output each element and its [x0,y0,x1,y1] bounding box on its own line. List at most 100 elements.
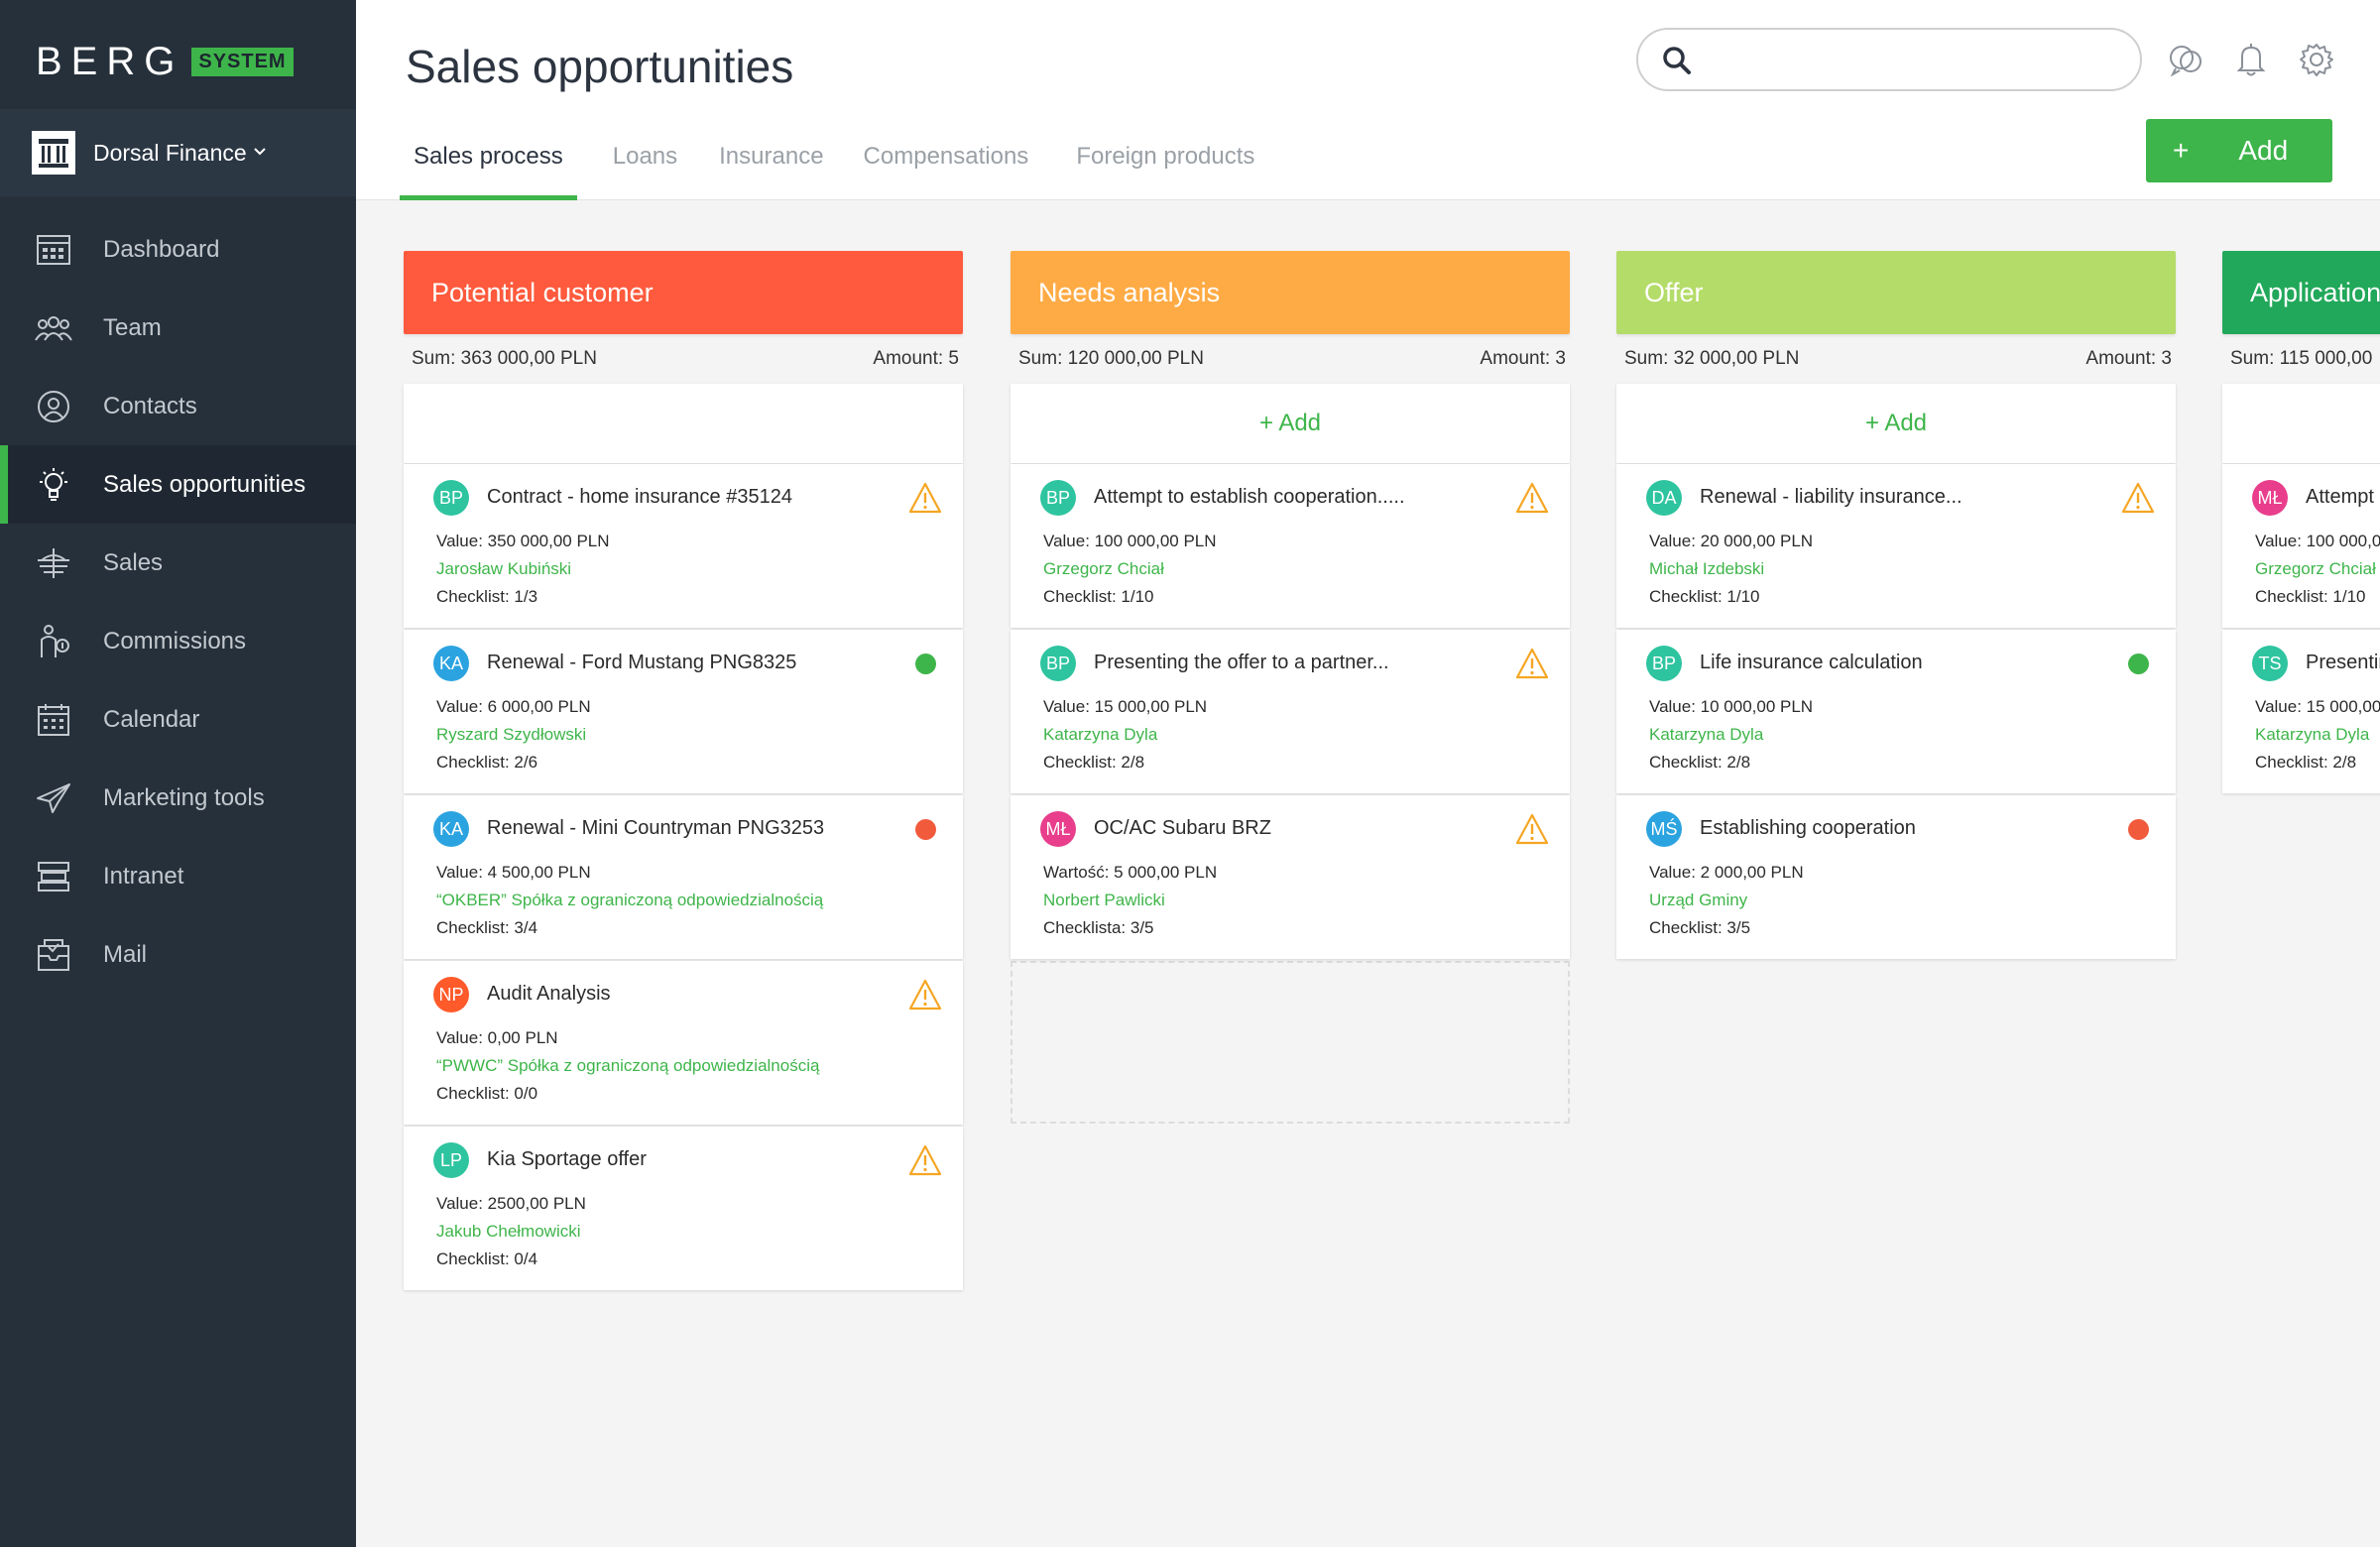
sidebar-item-mail[interactable]: Mail [0,915,356,994]
tab-compensations[interactable]: Compensations [850,139,1043,200]
column-header[interactable]: Offer [1616,251,2176,334]
chat-icon[interactable] [2166,40,2205,79]
opportunity-card[interactable]: LP Kia Sportage offer Value: 2500,00 PLN Ja… [404,1127,963,1290]
sidebar-item-contacts[interactable]: Contacts [0,367,356,445]
search-box[interactable] [1636,28,2142,91]
card-value: Value: 2 000,00 PLN [1649,863,1804,882]
opportunity-card[interactable]: BP Contract - home insurance #35124 Value:… [404,464,963,628]
org-switcher[interactable]: Dorsal Finance [0,109,356,196]
card-contact-link[interactable]: Ryszard Szydłowski [436,725,586,745]
column-add-button[interactable] [2222,384,2380,463]
sidebar-item-marketing-tools[interactable]: Marketing tools [0,759,356,837]
gear-icon[interactable] [2297,40,2336,79]
card-contact-link[interactable]: Urząd Gminy [1649,891,1747,910]
drop-zone[interactable] [1011,961,1570,1124]
tab-loans[interactable]: Loans [599,139,691,200]
avatar: NP [433,977,469,1012]
card-title: Life insurance calculation [1700,652,1923,673]
column-header[interactable]: Application [2222,251,2380,334]
sidebar-item-label: Contacts [103,392,197,419]
opportunity-card[interactable]: MŚ Establishing cooperation Value: 2 000,0… [1616,795,2176,959]
card-title: Establishing cooperation [1700,817,1916,839]
opportunity-card[interactable]: TS Presenting Value: 15 000,00 Katarzyna Dy… [2222,630,2380,793]
card-contact-link[interactable]: Katarzyna Dyla [1043,725,1157,745]
card-contact-link[interactable]: “OKBER” Spółka z ograniczoną odpowiedzia… [436,891,823,910]
sidebar-item-dashboard[interactable]: Dashboard [0,210,356,289]
card-checklist: Checklist: 2/8 [1043,753,1145,772]
search-input[interactable] [1704,40,2120,79]
card-title: Contract - home insurance #35124 [487,486,792,508]
sidebar-item-team[interactable]: Team [0,289,356,367]
add-button[interactable]: + Add [2146,119,2332,182]
card-title: Renewal - Mini Countryman PNG3253 [487,817,825,839]
column-summary: Sum: 32 000,00 PLN Amount: 3 [1616,334,2176,384]
column-sum: Sum: 120 000,00 PLN [1018,348,1204,369]
column-add-button[interactable] [404,384,963,463]
opportunity-card[interactable]: KA Renewal - Ford Mustang PNG8325 Value: 6… [404,630,963,793]
sales-icon [34,543,73,583]
warning-icon [907,977,943,1012]
column-add-button[interactable]: + Add [1011,384,1570,463]
avatar: BP [433,480,469,516]
sidebar: BERG SYSTEM Dorsal Finance Dashboard Tea… [0,0,356,1547]
opportunity-card[interactable]: BP Life insurance calculation Value: 10 00… [1616,630,2176,793]
card-contact-link[interactable]: Jarosław Kubiński [436,559,571,579]
berg-logo[interactable]: BERG SYSTEM [36,40,294,84]
tab-foreign-products[interactable]: Foreign products [1062,139,1268,200]
avatar: MŁ [2252,480,2288,516]
opportunity-card[interactable]: NP Audit Analysis Value: 0,00 PLN “PWWC” Sp… [404,961,963,1125]
card-checklist: Checklista: 3/5 [1043,918,1154,937]
opportunity-card[interactable]: KA Renewal - Mini Countryman PNG3253 Value… [404,795,963,959]
column-header[interactable]: Needs analysis [1011,251,1570,334]
sidebar-item-sales-opportunities[interactable]: Sales opportunities [0,445,356,524]
avatar: MŚ [1646,811,1682,847]
column-amount: Amount: 3 [2085,348,2172,369]
avatar: BP [1040,480,1076,516]
opportunity-card[interactable]: DA Renewal - liability insurance... Value:… [1616,464,2176,628]
card-value: Value: 100 000,00 [2255,532,2380,550]
card-title: Attempt to establish cooperation..... [1094,486,1405,508]
tab-sales-process[interactable]: Sales process [400,139,577,200]
card-contact-link[interactable]: Grzegorz Chciał [1043,559,1164,579]
search-icon [1663,47,1691,74]
pipeline-board: Potential customer Sum: 363 000,00 PLN Amo… [356,201,2380,1547]
card-checklist: Checklist: 2/6 [436,753,538,772]
column-amount: Amount: 5 [873,348,959,369]
column-add-button[interactable]: + Add [1616,384,2176,463]
card-contact-link[interactable]: Michał Izdebski [1649,559,1764,579]
avatar: KA [433,811,469,847]
sidebar-item-intranet[interactable]: Intranet [0,837,356,915]
bell-icon[interactable] [2231,40,2271,79]
column-sum: Sum: 363 000,00 PLN [412,348,597,369]
card-title: Audit Analysis [487,983,611,1005]
tab-insurance[interactable]: Insurance [705,139,837,200]
chevron-down-icon [253,144,267,162]
card-title: Attempt [2306,486,2374,508]
card-checklist: Checklist: 2/8 [1649,753,1751,772]
card-value: Wartość: 5 000,00 PLN [1043,863,1218,882]
column-summary: Sum: 120 000,00 PLN Amount: 3 [1011,334,1570,384]
opportunity-card[interactable]: MŁ OC/AC Subaru BRZ Wartość: 5 000,00 PLN N… [1011,795,1570,959]
page-title: Sales opportunities [406,41,794,92]
sidebar-item-calendar[interactable]: Calendar [0,680,356,759]
sidebar-item-commissions[interactable]: Commissions [0,602,356,680]
green-status-dot-icon [2127,653,2149,674]
opportunity-card[interactable]: BP Presenting the offer to a partner... Va… [1011,630,1570,793]
card-contact-link[interactable]: Jakub Chełmowicki [436,1222,581,1242]
column-header[interactable]: Potential customer [404,251,963,334]
tab-bar: Sales process Loans Insurance Compensati… [400,139,1268,200]
card-contact-link[interactable]: Grzegorz Chciał [2255,559,2376,579]
opportunity-card[interactable]: BP Attempt to establish cooperation..... V… [1011,464,1570,628]
card-contact-link[interactable]: Katarzyna Dyla [2255,725,2369,745]
card-contact-link[interactable]: Norbert Pawlicki [1043,891,1165,910]
sidebar-item-sales[interactable]: Sales [0,524,356,602]
card-value: Value: 15 000,00 [2255,697,2380,716]
red-status-dot-icon [914,818,936,840]
sidebar-nav: Dashboard Team Contacts Sales opportunit… [0,210,356,994]
card-checklist: Checklist: 2/8 [2255,753,2357,772]
opportunity-card[interactable]: MŁ Attempt Value: 100 000,00 Grzegorz Chcia… [2222,464,2380,628]
column-summary: Sum: 115 000,00 [2222,334,2380,384]
card-contact-link[interactable]: “PWWC” Spółka z ograniczoną odpowiedzial… [436,1056,819,1076]
warning-icon [1514,646,1550,681]
card-contact-link[interactable]: Katarzyna Dyla [1649,725,1763,745]
